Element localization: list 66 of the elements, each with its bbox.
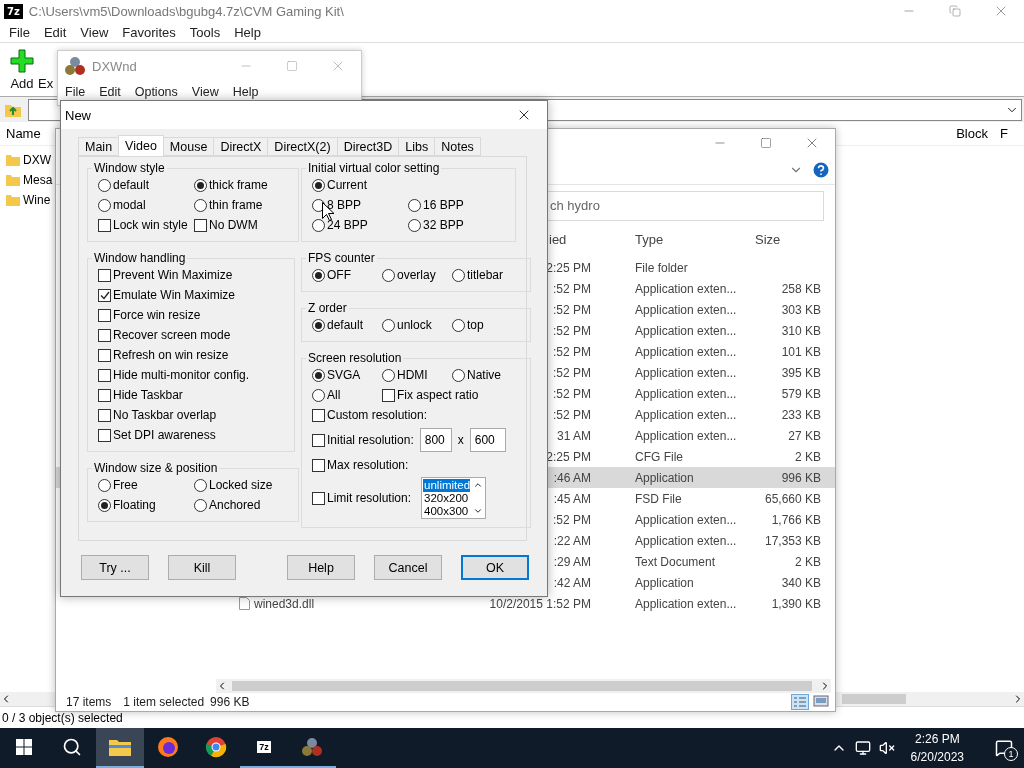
date-cell-text: :52 PM (553, 386, 592, 401)
date-cell-text: :52 PM (553, 365, 592, 380)
group-label: FPS counter (307, 251, 376, 265)
group-label: Screen resolution (307, 351, 403, 365)
size-cell: 579 KB (781, 386, 821, 401)
group-label: Window handling (93, 251, 187, 265)
size-cell: 996 KB (781, 470, 821, 485)
app-logo: 7z (257, 741, 271, 753)
type-cell-text: Application exten... (634, 386, 737, 401)
date-cell-text: :52 PM (553, 281, 592, 296)
group-label: Initial virtual color setting (307, 161, 441, 175)
date-cell-text: :29 AM (553, 554, 592, 569)
type-cell-text: Application exten... (634, 365, 737, 380)
selection-size: 996 KB (210, 695, 250, 709)
item-count: 17 items (66, 695, 112, 709)
status-text: 0 / 3 object(s) selected (2, 710, 123, 725)
date-cell-text: :52 PM (553, 323, 592, 338)
size-cell: 310 KB (781, 323, 821, 338)
window-title: DXWnd (92, 58, 137, 74)
group-label: Z order (307, 301, 348, 315)
size-cell: 17,353 KB (764, 533, 821, 548)
type-cell-text: Application exten... (634, 407, 737, 422)
date-cell-text: :42 AM (553, 575, 592, 590)
date-cell-text: :52 PM (553, 512, 592, 527)
date-cell-text: :52 PM (553, 302, 592, 317)
size-cell: 1,766 KB (771, 512, 821, 527)
type-cell-text: Application exten... (634, 512, 737, 527)
selection-info: 1 item selected (123, 695, 205, 709)
type-cell-text: Application exten... (634, 596, 737, 611)
type-cell-text: Application (634, 575, 694, 590)
size-cell: 233 KB (781, 407, 821, 422)
date-cell-text: :22 AM (553, 533, 592, 548)
window-title: C:\Users\vm5\Downloads\bgubg4.7z\CVM Gaming Kit\ (28, 3, 344, 19)
group-label: Window style (93, 161, 166, 175)
date-cell-text: :52 PM (553, 407, 592, 422)
size-cell: 2 KB (795, 554, 821, 569)
size-cell: 340 KB (781, 575, 821, 590)
type-cell-text: Application exten... (634, 323, 737, 338)
group-label: Window size & position (93, 461, 219, 475)
date-cell-text: :52 PM (553, 344, 592, 359)
date-cell-text: :46 AM (553, 470, 592, 485)
date-cell-text: 10/2/2015 1:52 PM (489, 596, 592, 611)
type-cell-text: Application exten... (634, 302, 737, 317)
date-cell-text: 31 AM (556, 428, 592, 443)
size-cell: 303 KB (781, 302, 821, 317)
size-cell: 101 KB (781, 344, 821, 359)
type-cell-text: Application exten... (634, 281, 737, 296)
type-cell-text: Application (634, 470, 694, 485)
type-cell-text: FSD File (634, 491, 682, 506)
size-cell: 258 KB (781, 281, 821, 296)
times-sign: x (457, 433, 464, 447)
type-cell-text: CFG File (634, 449, 683, 464)
size-cell: 395 KB (781, 365, 821, 380)
dialog-title: New (65, 107, 91, 123)
type-cell-text: Text Document (634, 554, 716, 569)
type-cell-text: Application exten... (634, 533, 737, 548)
notification-count: 1 (1004, 747, 1018, 761)
app-logo: 7z (4, 3, 23, 19)
size-cell: 27 KB (788, 428, 821, 443)
size-cell: 2 KB (795, 449, 821, 464)
size-cell: 1,390 KB (771, 596, 821, 611)
type-cell-text: File folder (634, 260, 688, 275)
type-cell-text: Application exten... (634, 344, 737, 359)
size-cell: 65,660 KB (764, 491, 821, 506)
type-cell-text: Application exten... (634, 428, 737, 443)
date-cell-text: :45 AM (553, 491, 592, 506)
